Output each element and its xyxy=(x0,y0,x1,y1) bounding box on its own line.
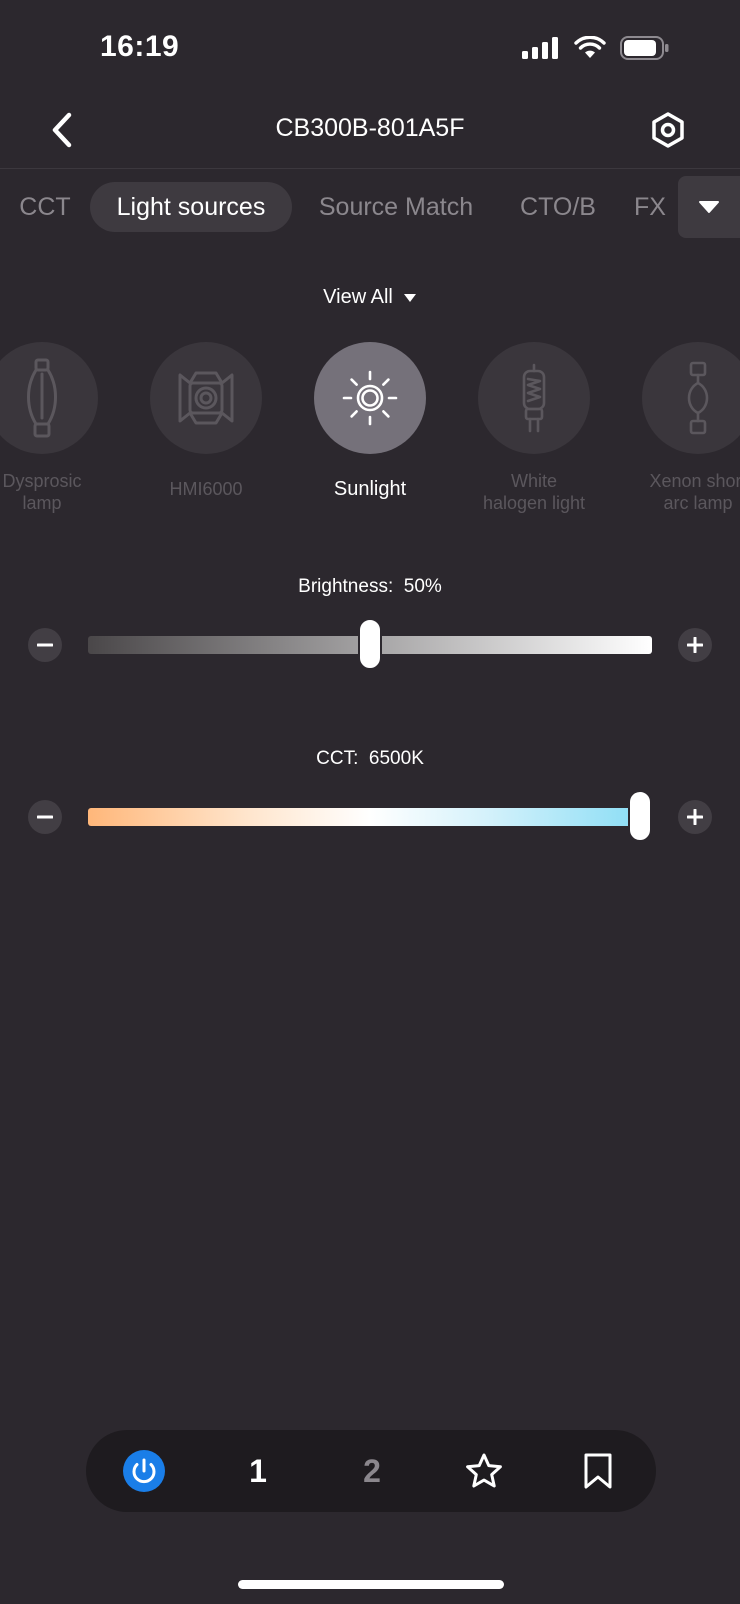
preset-1-button[interactable]: 1 xyxy=(218,1430,298,1512)
wifi-icon xyxy=(574,36,606,58)
brightness-increase-button[interactable] xyxy=(678,628,712,662)
sun-icon xyxy=(342,370,398,426)
bookmark-icon xyxy=(584,1453,612,1489)
cct-value: 6500K xyxy=(368,748,424,769)
mode-tabs: CCT Light sources Source Match CTO/B FX xyxy=(0,182,680,236)
favorite-button[interactable] xyxy=(444,1430,524,1512)
power-icon xyxy=(123,1450,165,1492)
brightness-value: 50% xyxy=(403,576,442,597)
cct-slider-track[interactable] xyxy=(88,808,652,826)
source-label: Sunlight xyxy=(333,478,407,500)
tabs-dropdown-button[interactable] xyxy=(678,176,740,238)
status-icons xyxy=(522,36,670,60)
plus-icon xyxy=(687,809,703,825)
source-item[interactable]: Dysprosic lamp xyxy=(0,342,132,514)
power-button[interactable] xyxy=(104,1430,184,1512)
source-label: White halogen light xyxy=(482,471,586,513)
source-label: Xenon short arc lamp xyxy=(649,471,740,513)
source-label: HMI6000 xyxy=(169,479,243,499)
brightness-slider-thumb[interactable] xyxy=(358,618,382,670)
source-label: Dysprosic lamp xyxy=(2,471,82,513)
triangle-down-icon xyxy=(403,294,416,303)
cct-slider-thumb[interactable] xyxy=(628,790,652,842)
battery-icon xyxy=(620,36,669,60)
cct-label-text: CCT: xyxy=(316,748,359,769)
device-title: CB300B-801A5F xyxy=(275,114,465,142)
hexagon-settings-icon xyxy=(652,112,684,148)
source-item-active[interactable]: Sunlight xyxy=(280,342,460,500)
view-all-filter[interactable]: View All xyxy=(0,286,740,309)
tab-light-sources[interactable]: Light sources xyxy=(90,182,292,232)
cellular-signal-icon xyxy=(522,37,558,59)
status-time: 16:19 xyxy=(100,30,180,63)
xenon-lamp-icon xyxy=(687,361,709,435)
minus-icon xyxy=(37,643,53,647)
cct-label: CCT: 6500K xyxy=(0,748,740,770)
tab-cto-b[interactable]: CTO/B xyxy=(510,182,606,232)
tab-fx[interactable]: FX xyxy=(624,182,676,232)
bookmark-button[interactable] xyxy=(558,1430,638,1512)
preset-2-button[interactable]: 2 xyxy=(332,1430,412,1512)
minus-icon xyxy=(37,815,53,819)
home-indicator xyxy=(238,1580,504,1589)
cct-increase-button[interactable] xyxy=(678,800,712,834)
dysprosic-lamp-icon xyxy=(27,358,57,438)
tab-source-match[interactable]: Source Match xyxy=(304,182,488,232)
cct-decrease-button[interactable] xyxy=(28,800,62,834)
hmi-fixture-icon xyxy=(178,371,234,425)
settings-button[interactable] xyxy=(646,108,690,152)
source-item[interactable]: White halogen light xyxy=(444,342,624,514)
source-item[interactable]: HMI6000 xyxy=(116,342,296,500)
star-icon xyxy=(466,1453,502,1488)
brightness-decrease-button[interactable] xyxy=(28,628,62,662)
brightness-label: Brightness: 50% xyxy=(0,576,740,598)
nav-divider xyxy=(0,168,740,169)
source-item[interactable]: Xenon short arc lamp xyxy=(608,342,740,514)
triangle-down-icon xyxy=(699,201,719,213)
brightness-label-text: Brightness: xyxy=(298,576,394,597)
bottom-toolbar: 1 2 xyxy=(86,1430,656,1512)
view-all-label: View All xyxy=(323,286,393,308)
tab-cct[interactable]: CCT xyxy=(2,182,88,232)
plus-icon xyxy=(687,637,703,653)
halogen-bulb-icon xyxy=(522,363,546,433)
